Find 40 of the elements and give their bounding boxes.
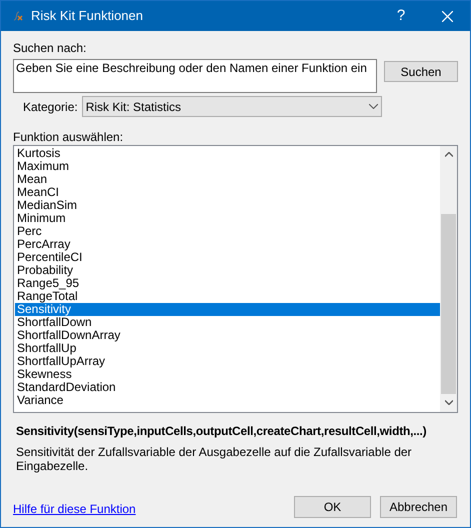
list-item[interactable]: StandardDeviation <box>15 381 440 394</box>
help-button[interactable]: ? <box>378 1 424 31</box>
chevron-down-icon <box>444 400 452 405</box>
window-title: Risk Kit Funktionen <box>31 7 144 26</box>
search-button[interactable]: Suchen <box>384 61 458 82</box>
ok-button[interactable]: OK <box>294 496 371 518</box>
list-item[interactable]: Skewness <box>15 368 440 381</box>
list-item[interactable]: ShortfallDown <box>15 316 440 329</box>
list-item[interactable]: RangeTotal <box>15 290 440 303</box>
list-item[interactable]: Maximum <box>15 160 440 173</box>
list-item[interactable]: Minimum <box>15 212 440 225</box>
list-item[interactable]: Probability <box>15 264 440 277</box>
function-description: Sensitivität der Zufallsvariable der Ausgabezelle auf die Zufallsvariable der Eingabezelle. <box>16 445 413 473</box>
list-item[interactable]: ShortfallDownArray <box>15 329 440 342</box>
field-label: Funktion auswählen: <box>13 130 124 144</box>
help-link[interactable]: Hilfe für diese Funktion <box>13 500 136 518</box>
chevron-down-icon <box>368 104 378 109</box>
chevron-up-icon <box>444 152 452 157</box>
function-signature: Sensitivity(sensiType,inputCells,outputCell,createChart,resultCell,width,...) <box>16 423 428 440</box>
list-item[interactable]: Sensitivity <box>15 303 440 316</box>
list-item[interactable]: Mean <box>15 173 440 186</box>
category-dropdown[interactable]: Risk Kit: Statistics <box>82 96 382 117</box>
list-item[interactable]: PercArray <box>15 238 440 251</box>
list-item[interactable]: Kurtosis <box>15 147 440 160</box>
close-icon <box>442 10 452 22</box>
list-item[interactable]: MedianSim <box>15 199 440 212</box>
list-item[interactable]: ShortfallUp <box>15 342 440 355</box>
list-item[interactable]: MeanCI <box>15 186 440 199</box>
list-item[interactable]: ShortfallUpArray <box>15 355 440 368</box>
list-item[interactable]: Variance <box>15 394 440 407</box>
list-item[interactable]: Perc <box>15 225 440 238</box>
field-label: Kategorie: <box>23 98 78 116</box>
search-field[interactable]: Geben Sie eine Beschreibung oder den Namen einer Funktion ein <box>13 59 377 93</box>
cancel-button[interactable]: Abbrechen <box>380 496 457 518</box>
scrollbar-thumb[interactable] <box>441 214 456 394</box>
scrollbar[interactable] <box>440 146 457 412</box>
function-icon <box>13 11 23 21</box>
list-item[interactable]: PercentileCI <box>15 251 440 264</box>
field-label: Suchen nach: <box>13 41 88 55</box>
list-item[interactable]: Range5_95 <box>15 277 440 290</box>
